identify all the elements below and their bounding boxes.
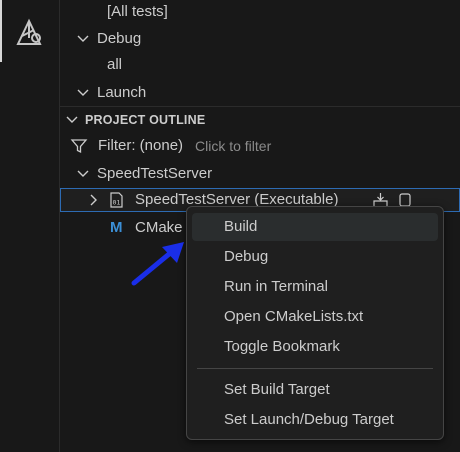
tree-item-launch[interactable]: Launch — [60, 81, 460, 105]
menu-item-toggle-bookmark[interactable]: Toggle Bookmark — [192, 333, 438, 361]
tree-item-debug[interactable]: Debug — [60, 27, 460, 51]
chevron-down-icon — [77, 35, 89, 42]
filter-icon — [70, 139, 88, 154]
annotation-arrow — [131, 242, 184, 286]
tree-item-label: [All tests] — [107, 3, 168, 20]
tree-item-label: all — [107, 56, 123, 73]
chevron-down-icon — [66, 116, 78, 123]
tree-item-label: SpeedTestServer — [97, 165, 213, 182]
active-indicator — [0, 0, 2, 62]
project-outline-header[interactable]: PROJECT OUTLINE — [60, 106, 460, 133]
section-title: PROJECT OUTLINE — [85, 113, 206, 127]
filter-label: Filter: (none) — [98, 137, 184, 154]
activity-bar — [0, 0, 48, 452]
tree-item-project[interactable]: SpeedTestServer — [60, 162, 460, 186]
context-menu: Build Debug Run in Terminal Open CMakeLi… — [186, 206, 444, 440]
chevron-down-icon — [77, 170, 89, 177]
executable-icon: 01 — [110, 192, 123, 208]
chevron-down-icon — [77, 89, 89, 96]
svg-text:01: 01 — [113, 199, 121, 207]
menu-item-debug[interactable]: Debug — [192, 243, 438, 271]
menu-item-set-launch-debug-target[interactable]: Set Launch/Debug Target — [192, 406, 438, 434]
cmake-icon[interactable] — [14, 18, 44, 48]
menu-item-set-build-target[interactable]: Set Build Target — [192, 376, 438, 404]
menu-item-build[interactable]: Build — [192, 213, 438, 241]
cmake-m-icon: M — [110, 219, 123, 236]
filter-hint: Click to filter — [195, 138, 272, 154]
tree-item-debug-all[interactable]: all — [60, 53, 460, 77]
tree-item-label: Debug — [97, 30, 142, 47]
filter-row[interactable]: Filter: (none) Click to filter — [60, 134, 460, 158]
tree-item-label: Launch — [97, 84, 147, 101]
chevron-right-icon[interactable] — [87, 193, 101, 207]
menu-item-open-cmakelists[interactable]: Open CMakeLists.txt — [192, 303, 438, 331]
menu-separator — [197, 368, 433, 369]
tree-item-all-tests[interactable]: [All tests] — [60, 0, 460, 24]
menu-item-run-in-terminal[interactable]: Run in Terminal — [192, 273, 438, 301]
